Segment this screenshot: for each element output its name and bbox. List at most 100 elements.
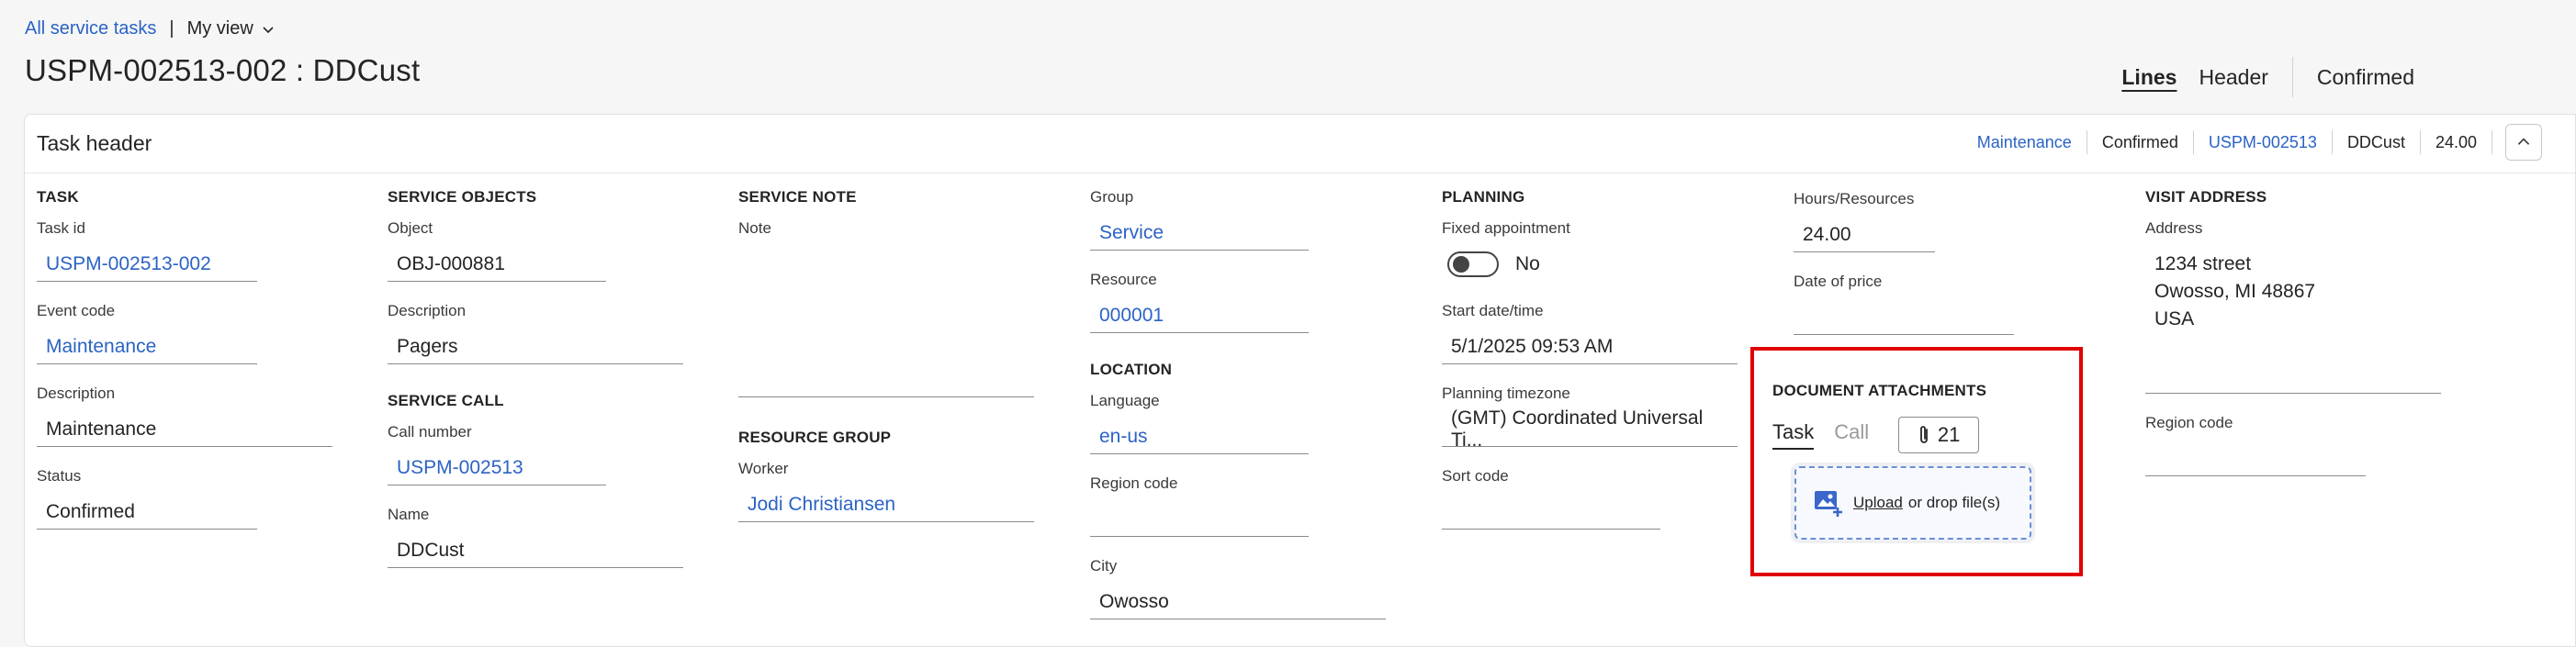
summary-event-code[interactable]: Maintenance — [1963, 130, 2087, 154]
visit-region-code-label: Region code — [2145, 414, 2233, 431]
event-code-label: Event code — [37, 302, 116, 319]
start-date-label: Start date/time — [1442, 302, 1544, 319]
resource-group-section-title: RESOURCE GROUP — [738, 429, 892, 446]
planning-section-title: PLANNING — [1442, 188, 1525, 206]
card-title: Task header — [37, 131, 152, 155]
sort-code-label: Sort code — [1442, 467, 1509, 485]
status-label: Status — [37, 467, 82, 485]
fixed-appointment-value: No — [1515, 253, 1540, 274]
attachments-tabs: Task Call 21 — [1772, 417, 1980, 453]
call-name-field[interactable]: DDCust — [388, 533, 683, 568]
service-note-column: SERVICE NOTE Note RESOURCE GROUP Worker … — [738, 188, 1041, 542]
task-description-field[interactable]: Maintenance — [37, 412, 332, 447]
task-id-field[interactable]: USPM-002513-002 — [37, 247, 257, 282]
group-label: Group — [1090, 188, 1134, 206]
image-upload-icon — [1815, 491, 1842, 517]
group-location-column: Group Service Resource 000001 LOCATION L… — [1090, 188, 1393, 640]
object-description-label: Description — [388, 302, 467, 319]
upload-link[interactable]: Upload — [1853, 494, 1903, 512]
attachments-section-title: DOCUMENT ATTACHMENTS — [1772, 382, 1987, 399]
resource-field[interactable]: 000001 — [1090, 298, 1309, 333]
visit-address-column: VISIT ADDRESS Address 1234 street Owosso… — [2145, 188, 2448, 496]
breadcrumb-separator: | — [169, 18, 174, 39]
location-region-code-label: Region code — [1090, 474, 1178, 492]
hours-column: Hours/Resources 24.00 Date of price — [1794, 188, 2097, 355]
attachments-count: 21 — [1937, 423, 1961, 446]
summary-status: Confirmed — [2087, 130, 2194, 154]
object-field[interactable]: OBJ-000881 — [388, 247, 606, 282]
address-label: Address — [2145, 219, 2203, 237]
collapse-button[interactable] — [2505, 124, 2542, 161]
status-confirmed: Confirmed — [2316, 64, 2414, 89]
sort-code-field[interactable] — [1442, 495, 1660, 530]
view-selector-label: My view — [186, 18, 253, 39]
tab-lines[interactable]: Lines — [2110, 65, 2188, 90]
summary-name: DDCust — [2333, 130, 2421, 154]
fixed-appointment-row: No — [1442, 247, 1745, 282]
status-field[interactable]: Confirmed — [37, 495, 257, 530]
summary-call-number[interactable]: USPM-002513 — [2194, 130, 2333, 154]
upload-hint: or drop file(s) — [1907, 494, 2001, 511]
card-header[interactable]: Task header Maintenance Confirmed USPM-0… — [25, 115, 2575, 173]
chevron-down-icon — [263, 26, 274, 33]
location-section-title: LOCATION — [1090, 361, 1173, 378]
task-header-card: Task header Maintenance Confirmed USPM-0… — [24, 114, 2576, 647]
attachments-tab-call[interactable]: Call — [1834, 420, 1869, 450]
address-line-1: 1234 street — [2154, 253, 2252, 274]
language-field[interactable]: en-us — [1090, 419, 1309, 454]
start-date-field[interactable]: 5/1/2025 09:53 AM — [1442, 329, 1738, 364]
date-of-price-label: Date of price — [1794, 273, 1883, 290]
call-number-field[interactable]: USPM-002513 — [388, 451, 606, 485]
object-description-field[interactable]: Pagers — [388, 329, 683, 364]
fixed-appointment-toggle[interactable] — [1447, 251, 1499, 277]
address-field[interactable]: 1234 street Owosso, MI 48867 USA — [2145, 247, 2441, 337]
note-label: Note — [738, 219, 771, 237]
planning-timezone-field[interactable]: (GMT) Coordinated Universal Ti... — [1442, 407, 1738, 451]
visit-address-section-title: VISIT ADDRESS — [2145, 188, 2267, 206]
breadcrumb-link-all-service-tasks[interactable]: All service tasks — [25, 18, 156, 39]
worker-field[interactable]: Jodi Christiansen — [738, 487, 1034, 522]
date-of-price-field[interactable] — [1794, 300, 2014, 335]
call-number-label: Call number — [388, 423, 472, 441]
task-description-label: Description — [37, 385, 116, 402]
attachments-count-button[interactable]: 21 — [1898, 417, 1980, 453]
planning-timezone-label: Planning timezone — [1442, 385, 1570, 402]
tab-divider — [2291, 57, 2293, 97]
event-code-field[interactable]: Maintenance — [37, 329, 257, 364]
group-field[interactable]: Service — [1090, 216, 1309, 251]
upload-drop-zone[interactable]: Upload or drop file(s) — [1794, 466, 2031, 540]
tab-header[interactable]: Header — [2188, 65, 2278, 90]
view-tabs: Lines Header Confirmed — [2110, 57, 2425, 97]
hours-resources-field[interactable]: 24.00 — [1794, 218, 1935, 252]
paperclip-icon — [1920, 426, 1928, 443]
city-field[interactable]: Owosso — [1090, 585, 1386, 619]
task-column: TASK Task id USPM-002513-002 Event code … — [37, 188, 332, 550]
chevron-up-icon — [2517, 138, 2530, 145]
object-label: Object — [388, 219, 433, 237]
fixed-appointment-label: Fixed appointment — [1442, 219, 1570, 237]
hours-resources-label: Hours/Resources — [1794, 190, 1915, 207]
visit-region-code-field[interactable] — [2145, 441, 2366, 476]
document-attachments-panel: DOCUMENT ATTACHMENTS Task Call 21 Upload… — [1750, 347, 2083, 576]
attachments-tab-task[interactable]: Task — [1772, 420, 1815, 450]
summary-hours: 24.00 — [2421, 130, 2492, 154]
toggle-knob — [1453, 256, 1469, 273]
planning-column: PLANNING Fixed appointment No Start date… — [1442, 188, 1745, 550]
call-name-label: Name — [388, 506, 430, 523]
task-id-label: Task id — [37, 219, 85, 237]
page-title: USPM-002513-002 : DDCust — [25, 53, 421, 87]
address-underline — [2145, 357, 2441, 394]
service-objects-column: SERVICE OBJECTS Object OBJ-000881 Descri… — [388, 188, 691, 588]
note-field[interactable] — [738, 247, 1034, 397]
service-call-section-title: SERVICE CALL — [388, 392, 504, 409]
address-line-3: USA — [2154, 308, 2195, 329]
service-objects-section-title: SERVICE OBJECTS — [388, 188, 537, 206]
card-summary: Maintenance Confirmed USPM-002513 DDCust… — [1963, 124, 2542, 161]
view-selector[interactable]: My view — [187, 18, 276, 39]
page: All service tasks | My view USPM-002513-… — [0, 0, 2576, 647]
breadcrumb: All service tasks | My view — [25, 18, 276, 39]
city-label: City — [1090, 557, 1118, 574]
service-note-section-title: SERVICE NOTE — [738, 188, 857, 206]
task-section-title: TASK — [37, 188, 79, 206]
location-region-code-field[interactable] — [1090, 502, 1309, 537]
